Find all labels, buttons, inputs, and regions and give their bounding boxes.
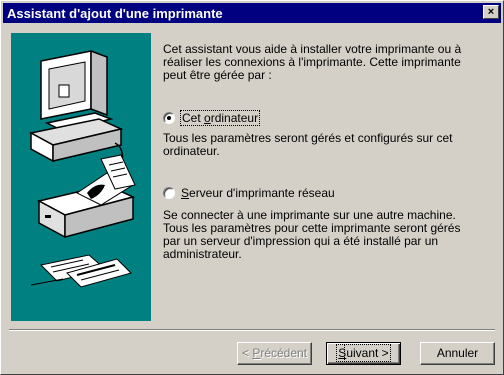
radio-network-server[interactable]: Serveur d'imprimante réseau [163, 186, 335, 200]
radio-this-computer-label[interactable]: Cet ordinateur [179, 110, 261, 126]
label-part: uivant > [344, 344, 391, 362]
radio-checked-icon[interactable] [163, 112, 175, 124]
back-button[interactable]: < Précédent [237, 342, 312, 365]
close-icon[interactable]: × [483, 5, 499, 19]
next-button[interactable]: Suivant > [326, 342, 401, 365]
title-bar[interactable]: Assistant d'ajout d'une imprimante × [3, 3, 501, 23]
radio-network-server-label[interactable]: Serveur d'imprimante réseau [181, 186, 335, 200]
cancel-button[interactable]: Annuler [420, 342, 495, 365]
wizard-window: Assistant d'ajout d'une imprimante × Cet… [0, 0, 504, 375]
label-part: Cet [182, 111, 205, 125]
description-line: ordinateur. [163, 144, 220, 158]
label-part: < [241, 346, 253, 360]
network-server-description: Se connecter à une imprimante sur une au… [163, 209, 463, 261]
description-line: administrateur. [163, 247, 242, 261]
intro-line: peut être gérée par : [163, 68, 272, 82]
label-accelerator: S [181, 186, 190, 200]
window-title: Assistant d'ajout d'une imprimante [7, 6, 223, 21]
next-label: Suivant > [336, 344, 391, 362]
radio-this-computer[interactable]: Cet ordinateur [163, 110, 261, 126]
label-part: récédent [260, 346, 308, 360]
intro-text: Cet assistant vous aide à installer votr… [163, 43, 463, 82]
radio-unchecked-icon[interactable] [163, 187, 175, 199]
separator [9, 329, 495, 331]
this-computer-description: Tous les paramètres seront gérés et conf… [163, 132, 463, 158]
label-accelerator: o [204, 111, 211, 125]
label-part: rdinateur [210, 111, 259, 125]
label-part: erveur d'imprimante réseau [189, 186, 335, 200]
computer-printer-illustration [11, 33, 151, 321]
